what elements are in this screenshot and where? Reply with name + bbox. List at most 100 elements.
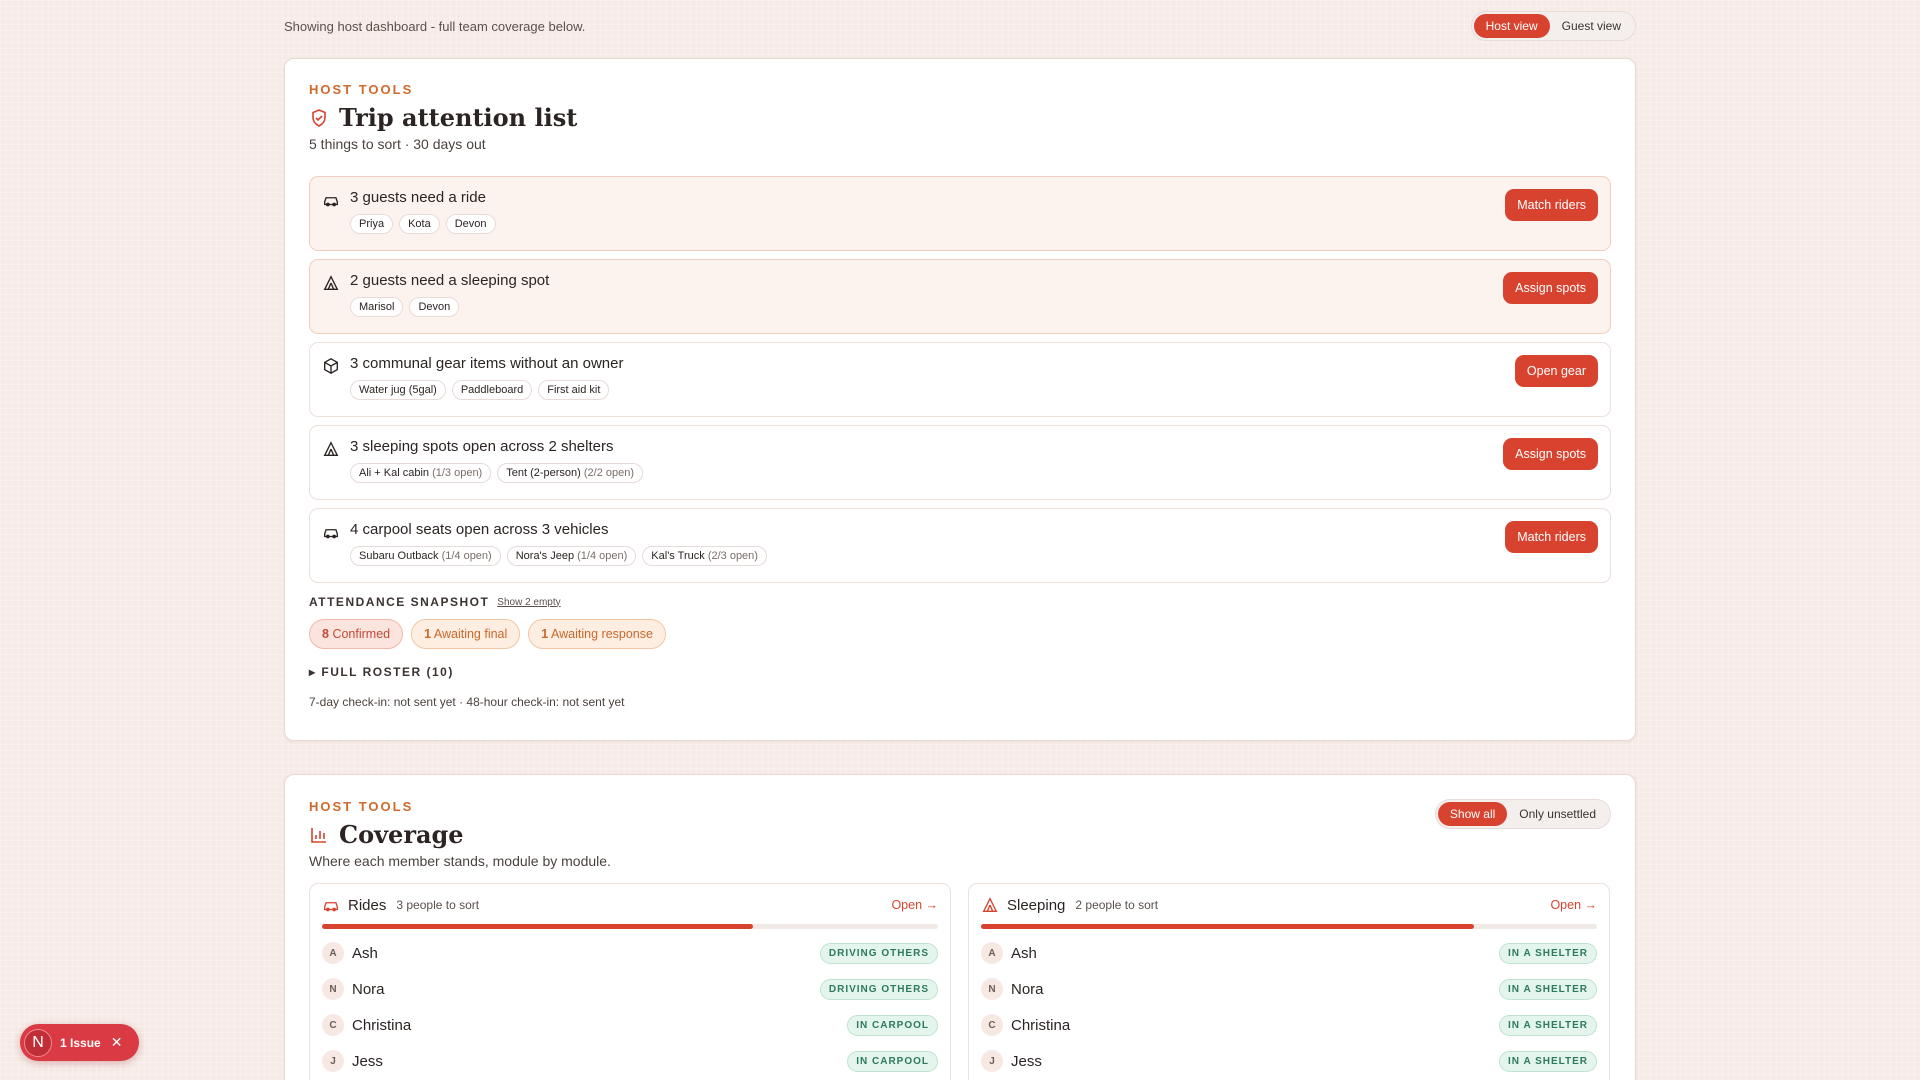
- avatar: J: [981, 1050, 1003, 1072]
- name-chip: Subaru Outback (1/4 open): [350, 546, 501, 566]
- list-item: N Nora IN A SHELTER: [981, 971, 1597, 1007]
- attention-card: HOST TOOLS Trip attention list 5 things …: [284, 58, 1636, 741]
- car-icon: [322, 523, 340, 541]
- module-count: 2 people to sort: [1075, 898, 1159, 912]
- progress-fill: [981, 924, 1474, 929]
- attention-eyebrow: HOST TOOLS: [309, 82, 414, 97]
- list-item: A Ash IN A SHELTER: [981, 935, 1597, 971]
- name-chip: Kota: [399, 214, 440, 234]
- attention-item: 4 carpool seats open across 3 vehicles S…: [309, 508, 1611, 583]
- action-button[interactable]: Assign spots: [1503, 438, 1598, 470]
- name-chip: Ali + Kal cabin (1/3 open): [350, 463, 492, 483]
- guest-view-button[interactable]: Guest view: [1550, 14, 1633, 38]
- name-chip: Kal's Truck (2/3 open): [642, 546, 767, 566]
- name-chip: Priya: [350, 214, 394, 234]
- member-name: Christina: [352, 1016, 412, 1034]
- status-badge: DRIVING OTHERS: [819, 978, 938, 1000]
- attention-title: Trip attention list: [339, 103, 578, 132]
- status-badge: IN A SHELTER: [1499, 978, 1597, 1000]
- coverage-subtitle: Where each member stands, module by modu…: [309, 853, 611, 869]
- tent-icon: [322, 440, 340, 458]
- avatar: C: [981, 1014, 1003, 1036]
- confirmed-pill[interactable]: 8 Confirmed: [309, 619, 404, 649]
- progress-bar: [322, 924, 938, 929]
- shield-check-icon: [312, 108, 326, 127]
- coverage-card: HOST TOOLS Coverage Where each member st…: [284, 774, 1636, 1080]
- list-item: J Jess IN CARPOOL: [322, 1043, 938, 1079]
- name-chip: Tent (2-person) (2/2 open): [497, 463, 644, 483]
- progress-bar: [981, 924, 1597, 929]
- avatar: N: [24, 1028, 52, 1057]
- attention-item-text: 3 sleeping spots open across 2 shelters: [350, 438, 614, 455]
- only-unsettled-button[interactable]: Only unsettled: [1507, 802, 1608, 826]
- avatar: J: [322, 1050, 344, 1072]
- member-name: Ash: [1011, 944, 1037, 962]
- host-view-button[interactable]: Host view: [1473, 14, 1550, 38]
- name-chip: Marisol: [350, 297, 404, 317]
- list-item: A Ash DRIVING OTHERS: [322, 935, 938, 971]
- action-button[interactable]: Assign spots: [1503, 272, 1598, 304]
- avatar: N: [322, 978, 344, 1000]
- status-badge: IN A SHELTER: [1499, 942, 1597, 964]
- coverage-module: Sleeping 2 people to sort Open → A Ash I…: [968, 883, 1610, 1080]
- member-name: Jess: [352, 1052, 383, 1070]
- issue-count: 1 Issue: [60, 1035, 101, 1050]
- member-name: Jess: [1011, 1052, 1042, 1070]
- action-button[interactable]: Open gear: [1514, 355, 1598, 387]
- attention-item-text: 3 communal gear items without an owner: [350, 355, 624, 372]
- checkin-status: 7-day check-in: not sent yet · 48-hour c…: [309, 695, 625, 709]
- member-name: Christina: [1011, 1016, 1071, 1034]
- coverage-module: Rides 3 people to sort Open → A Ash DRIV…: [309, 883, 951, 1080]
- box-icon: [322, 357, 340, 375]
- name-chip: Paddleboard: [451, 380, 533, 400]
- view-note: Showing host dashboard - full team cover…: [284, 18, 586, 34]
- name-chip: Nora's Jeep (1/4 open): [506, 546, 637, 566]
- member-name: Nora: [1011, 980, 1044, 998]
- name-chip: First aid kit: [538, 380, 610, 400]
- module-open-link[interactable]: Open →: [1550, 898, 1597, 912]
- bar-chart-icon: [311, 827, 326, 843]
- attention-item-text: 3 guests need a ride: [350, 189, 486, 206]
- status-badge: DRIVING OTHERS: [819, 942, 938, 964]
- show-empty-link[interactable]: Show 2 empty: [497, 597, 560, 608]
- attention-item-text: 4 carpool seats open across 3 vehicles: [350, 521, 609, 538]
- close-icon[interactable]: ✕: [111, 1034, 123, 1051]
- attention-item: 2 guests need a sleeping spot Marisol Dev…: [309, 259, 1611, 334]
- full-roster-toggle[interactable]: ▸ FULL ROSTER (10): [309, 665, 1611, 679]
- action-button[interactable]: Match riders: [1505, 521, 1598, 553]
- attention-item: 3 sleeping spots open across 2 shelters …: [309, 425, 1611, 500]
- car-icon: [322, 896, 340, 914]
- attention-item: 3 guests need a ride Priya Kota Devon Matc…: [309, 176, 1611, 251]
- top-bar: Showing host dashboard - full team cover…: [284, 11, 1636, 41]
- awaiting-response-pill[interactable]: 1 Awaiting response: [528, 619, 666, 649]
- name-chip: Devon: [445, 214, 496, 234]
- car-icon: [322, 191, 340, 209]
- avatar: A: [322, 942, 344, 964]
- avatar: N: [981, 978, 1003, 1000]
- coverage-title: Coverage: [339, 820, 464, 849]
- show-all-button[interactable]: Show all: [1437, 802, 1508, 826]
- module-name: Sleeping: [1007, 896, 1066, 914]
- status-badge: IN CARPOOL: [847, 1014, 938, 1036]
- snapshot-label: ATTENDANCE SNAPSHOT: [309, 595, 490, 609]
- name-chip: Water jug (5gal): [350, 380, 446, 400]
- coverage-eyebrow: HOST TOOLS: [309, 799, 414, 814]
- attention-item-text: 2 guests need a sleeping spot: [350, 272, 550, 289]
- attendance-pills: 8 Confirmed 1 Awaiting final 1 Awaiting …: [309, 619, 1611, 649]
- status-badge: IN A SHELTER: [1499, 1014, 1597, 1036]
- name-chip: Devon: [409, 297, 460, 317]
- status-badge: IN A SHELTER: [1499, 1050, 1597, 1072]
- attention-list: 3 guests need a ride Priya Kota Devon Matc…: [309, 176, 1611, 583]
- view-toggle: Host view Guest view: [1470, 11, 1636, 41]
- issue-toast[interactable]: N 1 Issue ✕: [20, 1024, 139, 1061]
- module-open-link[interactable]: Open →: [891, 898, 938, 912]
- action-button[interactable]: Match riders: [1505, 189, 1598, 221]
- awaiting-final-pill[interactable]: 1 Awaiting final: [411, 619, 521, 649]
- module-name: Rides: [348, 896, 387, 914]
- progress-fill: [322, 924, 754, 929]
- member-name: Nora: [352, 980, 385, 998]
- list-item: N Nora DRIVING OTHERS: [322, 971, 938, 1007]
- module-count: 3 people to sort: [396, 898, 480, 912]
- list-item: J Jess IN A SHELTER: [981, 1043, 1597, 1079]
- avatar: A: [981, 942, 1003, 964]
